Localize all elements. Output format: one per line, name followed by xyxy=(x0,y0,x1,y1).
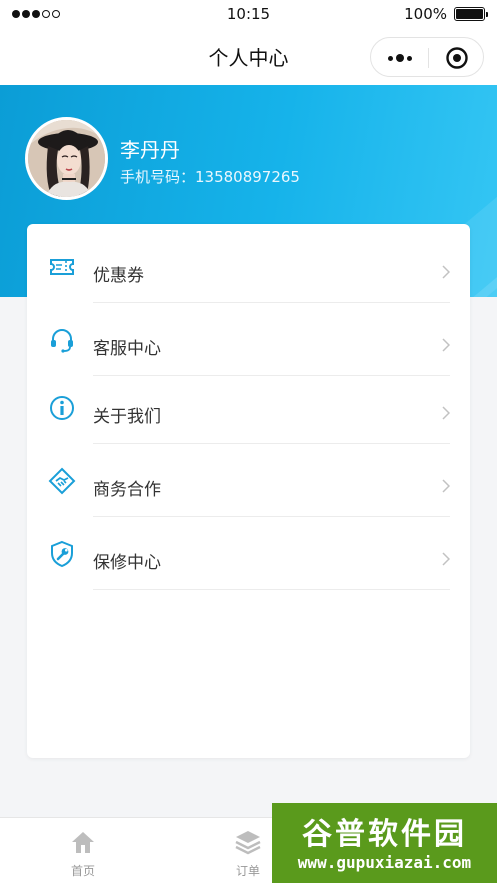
menu-item-coupons[interactable]: 优惠券 xyxy=(27,230,470,303)
info-icon xyxy=(50,396,74,420)
mini-program-capsule xyxy=(370,37,484,77)
handshake-icon xyxy=(48,467,76,495)
avatar[interactable] xyxy=(25,117,108,200)
menu-label: 保修中心 xyxy=(93,553,161,573)
divider xyxy=(93,589,450,590)
tab-label: 首页 xyxy=(70,864,95,878)
watermark-title: 谷普软件园 xyxy=(302,817,467,852)
home-icon xyxy=(72,832,94,853)
nav-bar: 个人中心 xyxy=(0,28,497,85)
menu-item-about-us[interactable]: 关于我们 xyxy=(27,371,470,444)
user-name: 李丹丹 xyxy=(120,138,180,162)
layers-icon xyxy=(235,831,261,855)
target-close-icon[interactable] xyxy=(429,38,485,78)
menu-label: 商务合作 xyxy=(93,480,161,500)
menu-item-business-cooperation[interactable]: 商务合作 xyxy=(27,444,470,517)
menu-label: 关于我们 xyxy=(93,407,161,427)
menu-label: 客服中心 xyxy=(93,339,161,359)
menu-label: 优惠券 xyxy=(93,266,144,286)
menu-item-customer-service[interactable]: 客服中心 xyxy=(27,303,470,376)
headset-icon xyxy=(51,329,73,353)
chevron-right-icon xyxy=(442,479,450,493)
more-dots-icon[interactable] xyxy=(371,38,428,78)
menu-item-warranty-center[interactable]: 保修中心 xyxy=(27,517,470,590)
watermark-logo: 谷普软件园 www.gupuxiazai.com xyxy=(272,803,497,883)
chevron-right-icon xyxy=(442,338,450,352)
chevron-right-icon xyxy=(442,406,450,420)
chevron-right-icon xyxy=(442,265,450,279)
menu-card: 优惠券 客服中心 关于我们 商务合作 保修中心 xyxy=(27,224,470,758)
shield-wrench-icon xyxy=(51,540,73,568)
battery-percent: 100% xyxy=(404,5,447,23)
chevron-right-icon xyxy=(442,552,450,566)
tab-home[interactable]: 首页 xyxy=(23,818,143,883)
battery-icon xyxy=(454,7,488,21)
ticket-icon xyxy=(50,259,74,275)
user-phone: 手机号码：13580897265 xyxy=(120,168,300,186)
status-bar: 10:15 100% xyxy=(0,0,497,28)
watermark-url: www.gupuxiazai.com xyxy=(297,853,472,872)
